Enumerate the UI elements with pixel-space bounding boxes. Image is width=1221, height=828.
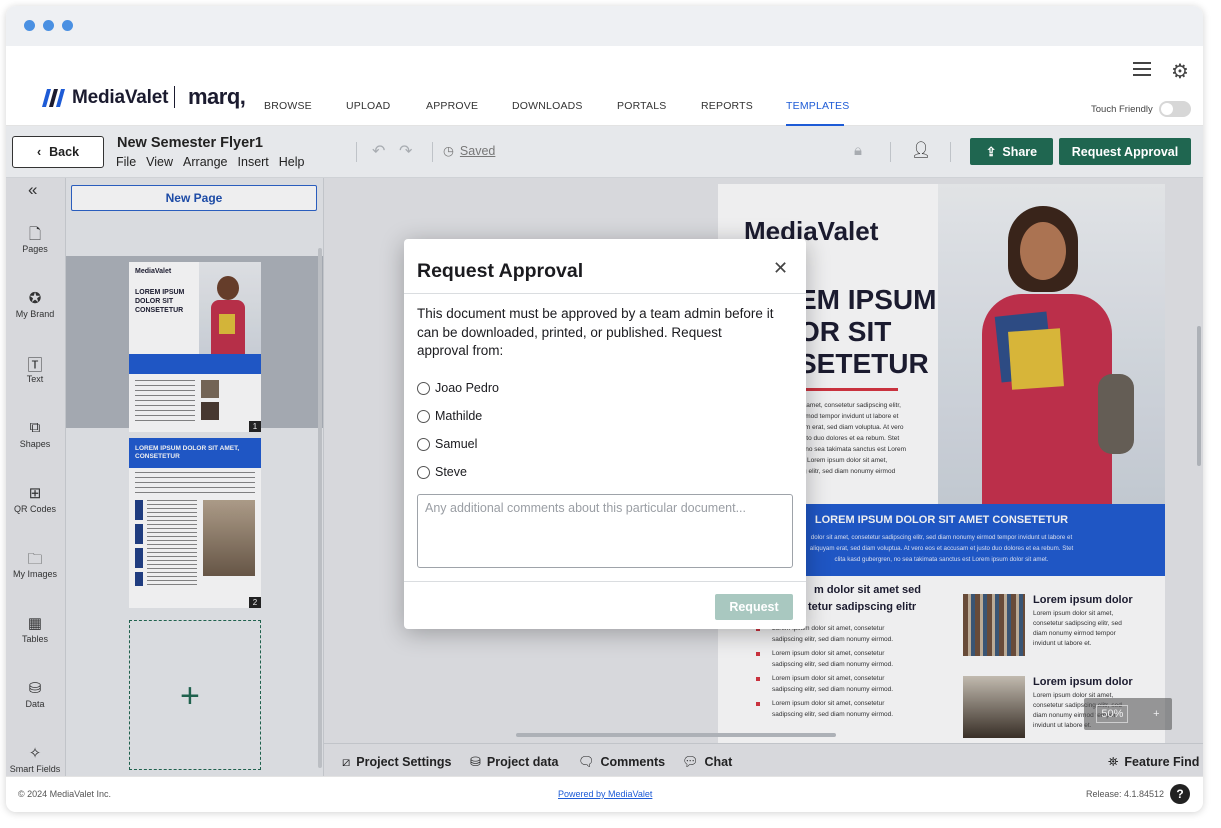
- menu-view[interactable]: View: [146, 155, 173, 169]
- release-version: Release: 4.1.84512: [1086, 789, 1165, 799]
- editor-menu: File View Arrange Insert Help: [116, 155, 305, 169]
- gear-icon[interactable]: ⚙: [1171, 59, 1189, 84]
- hamburger-menu-icon[interactable]: [1133, 62, 1151, 76]
- touch-friendly-label: Touch Friendly: [1091, 104, 1153, 115]
- saved-label: Saved: [459, 143, 496, 158]
- toolbar-divider: [950, 142, 951, 162]
- approver-name: Samuel: [435, 437, 478, 451]
- mediavalet-logo[interactable]: MediaValet: [42, 87, 168, 109]
- radio-button[interactable]: [417, 381, 430, 395]
- help-icon[interactable]: ?: [1170, 784, 1190, 804]
- marq-logo: marq,: [188, 84, 246, 109]
- dialog-message: This document must be approved by a team…: [417, 306, 774, 358]
- menu-arrange[interactable]: Arrange: [183, 155, 227, 169]
- document-title[interactable]: New Semester Flyer1: [117, 135, 263, 151]
- nav-reports[interactable]: REPORTS: [701, 100, 753, 112]
- editor-toolbar: ‹ Back New Semester Flyer1 File View Arr…: [6, 126, 1203, 178]
- menu-file[interactable]: File: [116, 155, 136, 169]
- close-icon[interactable]: ✕: [773, 258, 788, 279]
- touch-friendly-toggle[interactable]: [1159, 101, 1191, 117]
- comment-input[interactable]: [417, 494, 793, 568]
- window-control-close[interactable]: [24, 20, 35, 31]
- approver-option[interactable]: Joao Pedro: [417, 381, 499, 395]
- copyright-text: © 2024 MediaValet Inc.: [18, 789, 112, 799]
- window-titlebar: [6, 6, 1203, 46]
- approver-option[interactable]: Steve: [417, 465, 467, 479]
- dialog-title: Request Approval: [417, 260, 584, 282]
- nav-portals[interactable]: PORTALS: [617, 100, 666, 112]
- redo-icon[interactable]: ↷: [399, 141, 412, 161]
- undo-icon[interactable]: ↶: [372, 141, 385, 161]
- approver-option[interactable]: Samuel: [417, 437, 477, 451]
- add-user-icon[interactable]: 👤︎: [911, 140, 931, 160]
- approver-name: Steve: [435, 465, 467, 479]
- approver-name: Joao Pedro: [435, 381, 499, 395]
- nav-browse[interactable]: BROWSE: [264, 100, 312, 112]
- back-button[interactable]: ‹ Back: [12, 136, 104, 168]
- nav-upload[interactable]: UPLOAD: [346, 100, 390, 112]
- radio-button[interactable]: [417, 409, 430, 423]
- dialog-divider: [404, 293, 806, 294]
- radio-button[interactable]: [417, 465, 430, 479]
- app-header: MediaValet marq, BROWSE UPLOAD APPROVE D…: [6, 46, 1203, 126]
- dialog-divider: [404, 581, 806, 582]
- request-approval-button[interactable]: Request Approval: [1059, 138, 1191, 165]
- radio-button[interactable]: [417, 437, 430, 451]
- saved-status[interactable]: ◷ Saved: [443, 143, 496, 159]
- app-footer: © 2024 MediaValet Inc. Powered by MediaV…: [6, 776, 1203, 812]
- toolbar-divider: [890, 142, 891, 162]
- partner-name: marq: [188, 84, 240, 109]
- request-approval-dialog: Request Approval ✕ This document must be…: [404, 239, 806, 629]
- brand-name: MediaValet: [72, 87, 169, 108]
- share-icon: ⇪: [985, 145, 997, 159]
- share-button[interactable]: ⇪ Share: [970, 138, 1053, 165]
- nav-approve[interactable]: APPROVE: [426, 100, 478, 112]
- back-label: Back: [49, 145, 80, 159]
- mediavalet-mark-icon: [42, 89, 65, 107]
- lock-icon[interactable]: 🔒︎: [854, 142, 862, 159]
- toolbar-divider: [356, 142, 357, 162]
- browser-window: MediaValet marq, BROWSE UPLOAD APPROVE D…: [6, 6, 1203, 812]
- toolbar-divider: [432, 142, 433, 162]
- request-button[interactable]: Request: [715, 594, 793, 620]
- logo-divider: [174, 86, 175, 108]
- menu-help[interactable]: Help: [279, 155, 305, 169]
- window-control-minimize[interactable]: [43, 20, 54, 31]
- clock-icon: ◷: [443, 144, 454, 158]
- nav-templates[interactable]: TEMPLATES: [786, 100, 849, 112]
- approver-name: Mathilde: [435, 409, 483, 423]
- window-control-maximize[interactable]: [62, 20, 73, 31]
- nav-downloads[interactable]: DOWNLOADS: [512, 100, 583, 112]
- share-label: Share: [1002, 144, 1038, 159]
- menu-insert[interactable]: Insert: [238, 155, 269, 169]
- chevron-left-icon: ‹: [36, 145, 42, 159]
- approver-option[interactable]: Mathilde: [417, 409, 482, 423]
- powered-by-link[interactable]: Powered by MediaValet: [558, 789, 652, 799]
